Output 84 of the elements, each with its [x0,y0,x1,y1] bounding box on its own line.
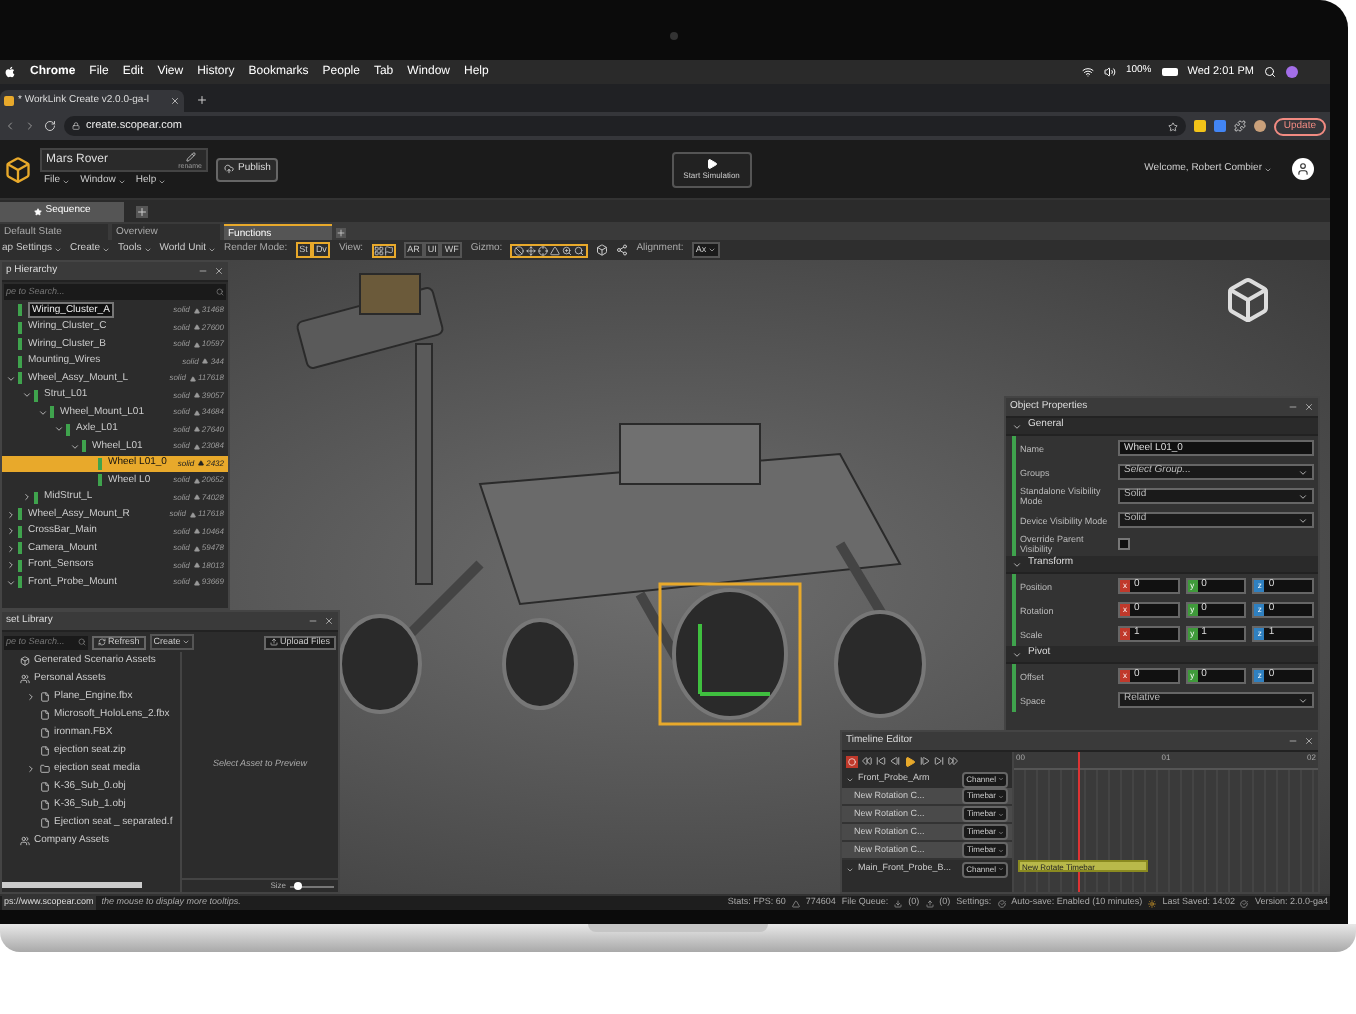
refresh-icon [98,638,106,646]
file-icon [40,746,50,756]
triangle-icon [193,392,200,399]
step-forward-icon[interactable] [920,756,930,766]
sun-icon [1148,899,1157,907]
step-back-icon[interactable] [890,756,900,766]
play-icon[interactable] [904,755,916,767]
file-icon [40,710,50,720]
user-icon [20,836,30,846]
file-icon [40,692,50,702]
triangle-icon [193,307,200,314]
triangle-icon [791,899,800,907]
triangle-icon [193,494,200,501]
pencil-icon[interactable] [185,151,196,162]
cube-icon[interactable] [596,244,609,256]
nodes-icon[interactable] [616,244,629,256]
flag-icon[interactable] [383,245,394,255]
triangle-icon [193,341,200,348]
triangle-icon [189,511,196,518]
triangle-icon [193,443,200,450]
cloud-upload-icon [224,164,234,174]
triangle-icon [193,545,200,552]
file-icon [40,728,50,738]
lock-icon [72,122,80,130]
favicon-icon [4,96,14,106]
triangle-icon [189,375,196,382]
new-tab-icon[interactable] [196,94,208,106]
camera-icon [670,32,678,40]
search-icon[interactable] [574,245,585,255]
zoom-icon[interactable] [562,245,573,255]
logo-icon[interactable] [4,66,16,78]
checkbox[interactable] [1118,538,1130,550]
play-icon [705,157,718,169]
fast-forward-icon[interactable] [948,756,958,766]
triangle-icon [193,426,200,433]
cube-icon [20,656,30,666]
disable-icon[interactable] [514,245,525,255]
triangle-icon [193,562,200,569]
caret-icon [1298,695,1308,705]
file-icon [40,782,50,792]
triangle-icon [202,358,209,365]
triangle-icon [193,409,200,416]
star-icon [33,208,42,216]
caret-icon [1298,467,1308,477]
file-icon [40,800,50,810]
view-cube-icon[interactable] [1224,276,1272,324]
triangle-icon [193,477,200,484]
logo-icon [4,155,32,183]
search-icon [78,638,86,646]
wifi-icon [1081,66,1094,78]
reload-icon[interactable] [44,120,56,132]
file-icon [40,818,50,828]
user-icon [20,674,30,684]
battery-icon [1161,68,1178,76]
triangle-icon [198,460,205,467]
check-icon [997,899,1006,907]
skip-back-icon[interactable] [876,756,886,766]
skip-forward-icon[interactable] [934,756,944,766]
volume-icon [1103,66,1116,78]
caret-icon [1298,491,1308,501]
add-tab-icon[interactable] [336,228,346,238]
siri-icon [1286,66,1298,78]
folder-icon [40,764,50,774]
grid-icon[interactable] [373,245,384,255]
triangle-icon [193,528,200,535]
triangle-icon[interactable] [550,245,561,255]
move-icon[interactable] [526,245,537,255]
triangle-icon [193,579,200,586]
record-icon[interactable] [846,755,858,767]
check-icon [1240,899,1249,907]
avatar-icon[interactable] [1292,158,1314,180]
slider-thumb[interactable] [294,881,303,889]
bookmark-star-icon[interactable] [1167,121,1178,131]
crosshair-icon[interactable] [538,245,549,255]
extensions-icon[interactable] [1233,120,1246,132]
caret-icon [1298,515,1308,525]
download-icon [894,899,903,907]
search-icon [216,288,224,296]
upload-icon [925,899,934,907]
upload-icon [269,638,278,646]
add-tab-icon[interactable] [136,206,148,218]
triangle-icon [193,324,200,331]
rewind-icon[interactable] [862,756,872,766]
profile-icon[interactable] [1253,120,1266,132]
